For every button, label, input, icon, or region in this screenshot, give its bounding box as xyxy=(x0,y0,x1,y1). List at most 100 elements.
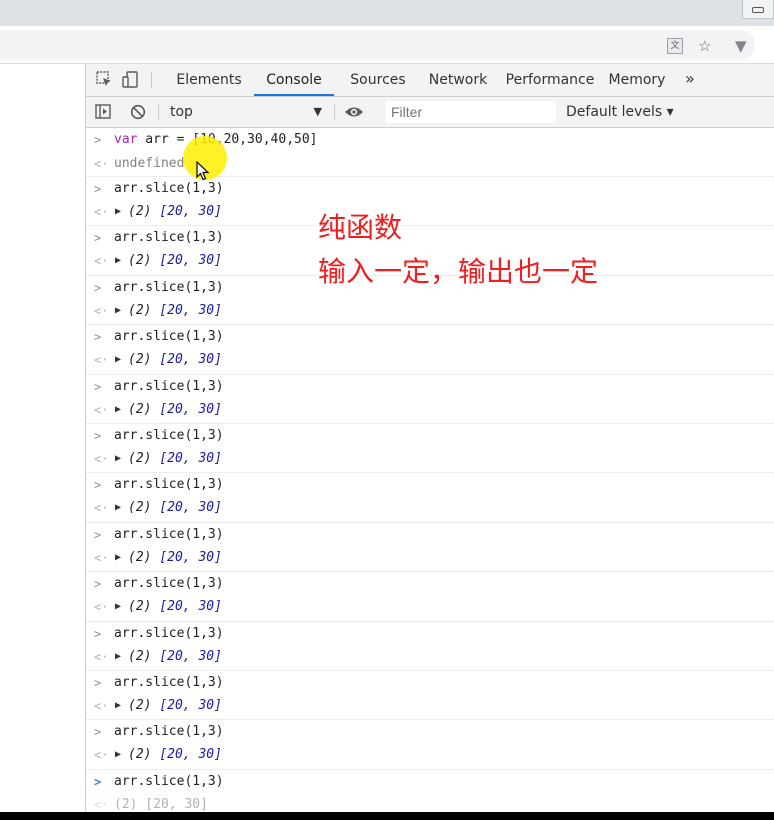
tab-elements[interactable]: Elements xyxy=(168,64,250,96)
expand-triangle-icon[interactable]: ▶ xyxy=(115,200,121,224)
log-levels-select[interactable]: Default levels ▾ xyxy=(566,101,674,123)
array-values: [20, 30] xyxy=(159,352,222,368)
return-arrow-icon: <· xyxy=(94,748,109,763)
expand-triangle-icon[interactable]: ▶ xyxy=(115,398,121,422)
code-text: arr.slice(1,3) xyxy=(114,724,224,740)
expand-triangle-icon[interactable]: ▶ xyxy=(115,595,121,619)
code-text: arr.slice(1,3) xyxy=(114,279,224,295)
return-arrow-icon: <· xyxy=(94,205,109,219)
array-length: (2) xyxy=(128,549,160,565)
prompt-icon: > xyxy=(94,429,102,443)
filter-input[interactable] xyxy=(386,101,556,123)
console-output-line[interactable]: <· ▶ (2) [20, 30] xyxy=(86,595,774,619)
return-arrow-icon: <· xyxy=(94,353,109,368)
tab-performance[interactable]: Performance xyxy=(498,64,602,96)
array-length: (2) xyxy=(128,352,160,368)
more-tabs-icon[interactable]: » xyxy=(685,64,695,96)
return-arrow-icon: <· xyxy=(94,402,109,417)
console-input-line: > arr.slice(1,3) xyxy=(86,225,774,250)
extension-icon[interactable]: ▼ xyxy=(735,39,747,54)
array-values: [20, 30] xyxy=(159,204,222,219)
console-input-line: > arr.slice(1,3) xyxy=(86,176,774,201)
expand-triangle-icon[interactable]: ▶ xyxy=(115,496,121,520)
console-input-line: > arr.slice(1,3) xyxy=(86,373,774,399)
console-input-line: > arr.slice(1,3) xyxy=(86,768,774,794)
return-arrow-icon: <· xyxy=(94,649,109,664)
tab-network[interactable]: Network xyxy=(416,64,500,96)
code-text: arr.slice(1,3) xyxy=(114,477,224,493)
tab-sources[interactable]: Sources xyxy=(338,64,418,96)
expand-triangle-icon[interactable]: ▶ xyxy=(115,546,121,570)
console-toolbar: top ▼ Default levels ▾ xyxy=(86,97,774,128)
execution-context-select[interactable]: top ▼ xyxy=(164,101,326,123)
expand-triangle-icon[interactable]: ▶ xyxy=(115,348,121,372)
array-values: [20, 30] xyxy=(159,698,222,713)
prompt-icon: > xyxy=(94,577,102,592)
code-text: arr.slice(1,3) xyxy=(114,329,224,345)
mouse-pointer-icon xyxy=(196,161,210,181)
browser-toolbar: 文 ☆ ▼ xyxy=(0,26,774,64)
console-input-line: > arr.slice(1,3) xyxy=(86,521,774,547)
console-output-line[interactable]: <· ▶ (2) [20, 30] xyxy=(86,496,774,520)
console-output-line[interactable]: <· ▶ (2) [20, 30] xyxy=(86,645,774,669)
translate-icon[interactable]: 文 xyxy=(667,38,683,54)
console-output-line: <· (2) [20, 30] xyxy=(86,793,774,814)
prompt-icon: > xyxy=(94,676,102,690)
return-arrow-icon: <· xyxy=(94,501,109,516)
console-output-line[interactable]: <· ▶ (2) [20, 30] xyxy=(86,546,774,570)
console-output-line[interactable]: <· ▶ (2) [20, 30] xyxy=(86,200,774,224)
toolbar-divider xyxy=(334,104,335,120)
bookmark-star-icon[interactable]: ☆ xyxy=(698,39,711,54)
console-output[interactable]: > var arr = [10,20,30,40,50] <· undefine… xyxy=(86,128,774,814)
console-output-line[interactable]: <· ▶ (2) [20, 30] xyxy=(86,398,774,422)
live-expression-eye-icon[interactable] xyxy=(344,105,364,119)
console-output-line[interactable]: <· ▶ (2) [20, 30] xyxy=(86,743,774,767)
screen-bottom-edge xyxy=(0,812,774,820)
page-content-area xyxy=(0,64,86,814)
array-length: (2) xyxy=(128,500,160,516)
expand-triangle-icon[interactable]: ▶ xyxy=(115,645,121,669)
window-restore-button[interactable] xyxy=(742,0,774,19)
expand-triangle-icon[interactable]: ▶ xyxy=(115,299,121,323)
return-arrow-icon: <· xyxy=(94,254,109,269)
console-output-line[interactable]: <· ▶ (2) [20, 30] xyxy=(86,447,774,471)
prompt-icon: > xyxy=(94,478,102,493)
return-arrow-icon: <· xyxy=(94,303,109,318)
array-values: [20, 30] xyxy=(159,648,222,664)
console-output-line[interactable]: <· ▶ (2) [20, 30] xyxy=(86,694,774,718)
array-values: [20, 30] xyxy=(159,302,222,318)
clear-console-icon[interactable] xyxy=(130,104,146,120)
expand-triangle-icon[interactable]: ▶ xyxy=(115,743,121,767)
return-arrow-icon: <· xyxy=(94,452,109,466)
tab-memory[interactable]: Memory xyxy=(602,64,672,96)
prompt-icon: > xyxy=(94,133,102,147)
prompt-icon: > xyxy=(94,379,102,394)
prompt-icon: > xyxy=(94,330,102,345)
prompt-icon: > xyxy=(94,527,102,542)
console-output-line[interactable]: <· ▶ (2) [20, 30] xyxy=(86,348,774,372)
address-bar[interactable]: 文 ☆ ▼ xyxy=(0,30,755,60)
array-length: (2) xyxy=(128,302,160,318)
return-arrow-icon: <· xyxy=(94,550,109,565)
tab-console[interactable]: Console xyxy=(254,64,334,96)
toolbar-divider xyxy=(151,72,152,88)
console-input-line: > arr.slice(1,3) xyxy=(86,423,774,448)
dropdown-arrow-icon: ▼ xyxy=(313,105,322,118)
context-value: top xyxy=(170,104,193,120)
expand-triangle-icon[interactable]: ▶ xyxy=(115,249,121,273)
console-input-line: > arr.slice(1,3) xyxy=(86,670,774,695)
array-length: (2) xyxy=(128,253,160,269)
expand-triangle-icon[interactable]: ▶ xyxy=(115,447,121,471)
inspect-element-icon[interactable] xyxy=(96,71,113,88)
array-values: [20, 30] xyxy=(159,549,222,565)
expand-triangle-icon[interactable]: ▶ xyxy=(115,694,121,718)
prompt-icon: > xyxy=(94,280,102,295)
devtools-tab-bar: Elements Console Sources Network Perform… xyxy=(86,64,774,97)
console-input-line: > arr.slice(1,3) xyxy=(86,324,774,349)
return-arrow-icon: <· xyxy=(94,157,109,171)
array-values: [20, 30] xyxy=(159,253,222,269)
device-toolbar-icon[interactable] xyxy=(122,71,139,88)
prompt-icon: > xyxy=(94,182,102,196)
show-sidebar-icon[interactable] xyxy=(95,104,111,119)
console-output-line[interactable]: <· ▶ (2) [20, 30] xyxy=(86,299,774,323)
